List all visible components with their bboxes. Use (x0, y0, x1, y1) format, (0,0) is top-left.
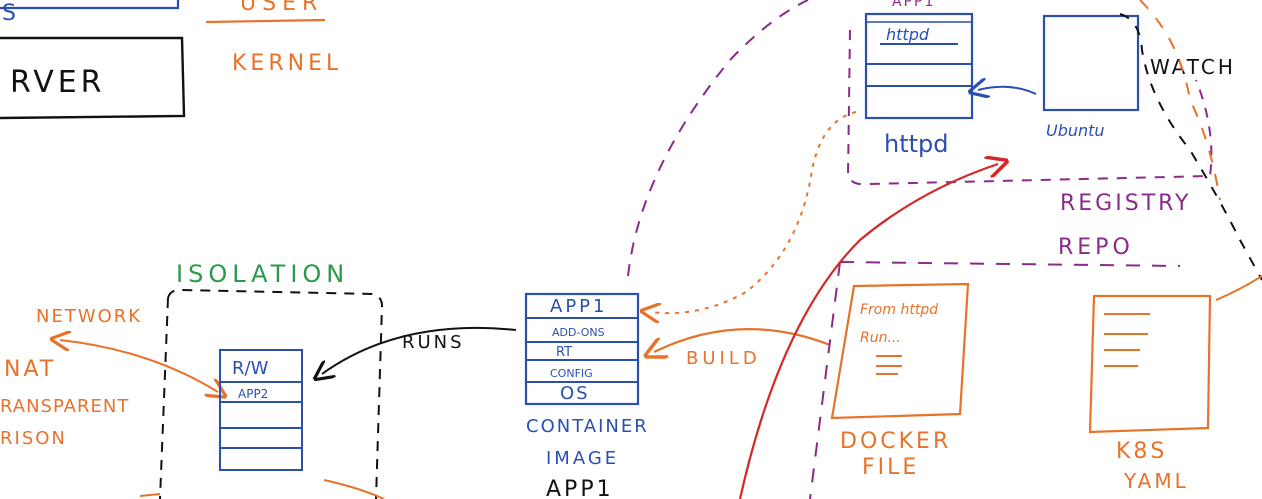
kernel-label: KERNEL (232, 51, 342, 76)
dockerfile-label-2: FILE (862, 455, 919, 480)
httpd-caption: httpd (884, 130, 949, 158)
rw-label: R/W (232, 358, 269, 379)
svg-text:S: S (2, 1, 16, 26)
transparent-label: RANSPARENT (0, 396, 129, 417)
prison-label: RISON (0, 428, 67, 449)
httpd-in-box: httpd (886, 25, 930, 44)
dockerfile: From httpd Run... DOCKER FILE (830, 282, 970, 480)
app1-top-label: APP1 (892, 0, 935, 10)
app2-label: APP2 (238, 387, 268, 401)
registry-label: REGISTRY (1060, 191, 1191, 216)
repo-label: REPO (1058, 235, 1134, 260)
runs-label: RUNS (402, 332, 465, 353)
ubuntu-caption: Ubuntu (1046, 121, 1105, 140)
dockerfile-run: Run... (860, 330, 901, 346)
running-container: R/W APP2 (219, 349, 303, 471)
dockerfile-label-1: DOCKER (840, 429, 951, 454)
k8s-label-1: K8S (1116, 439, 1167, 464)
nat-label: NAT (4, 357, 56, 382)
httpd-image-box: APP1 httpd httpd (864, 0, 974, 158)
stack-layer: OS (560, 383, 590, 404)
ubuntu-image-box: Ubuntu (978, 14, 1140, 140)
stack-layer: ADD-ONS (552, 326, 605, 339)
isolation-label: ISOLATION (176, 260, 349, 288)
push-path (627, 0, 809, 277)
stack-layer: CONFIG (550, 367, 593, 380)
build-label: BUILD (686, 348, 761, 369)
stack-layer: RT (556, 345, 572, 360)
whiteboard-diagram: S RVER USER KERNEL ISOLATION NETWORK NAT… (0, 0, 1262, 499)
server-label: RVER (10, 65, 106, 100)
k8s-yaml: K8S YAML (1088, 294, 1212, 493)
isolation-zone: ISOLATION (159, 260, 384, 499)
network-labels: NETWORK NAT RANSPARENT RISON (0, 306, 385, 499)
container-label-2: IMAGE (546, 448, 619, 469)
user-label: USER (240, 0, 323, 16)
k8s-label-2: YAML (1123, 469, 1189, 493)
container-image: APP1 ADD-ONS RT CONFIG OS CONTAINER IMAG… (524, 292, 649, 499)
watch-label: WATCH (1150, 55, 1236, 79)
dockerfile-from: From httpd (860, 302, 938, 318)
watch-area: WATCH (1119, 0, 1262, 301)
build-arrow: BUILD (654, 328, 831, 369)
server-area: S RVER USER KERNEL (0, 0, 342, 120)
runs-arrow: RUNS (322, 326, 517, 374)
network-label: NETWORK (36, 306, 142, 327)
container-label-1: CONTAINER (526, 416, 649, 437)
stack-layer: APP1 (550, 296, 607, 317)
container-app-label: APP1 (546, 477, 614, 499)
